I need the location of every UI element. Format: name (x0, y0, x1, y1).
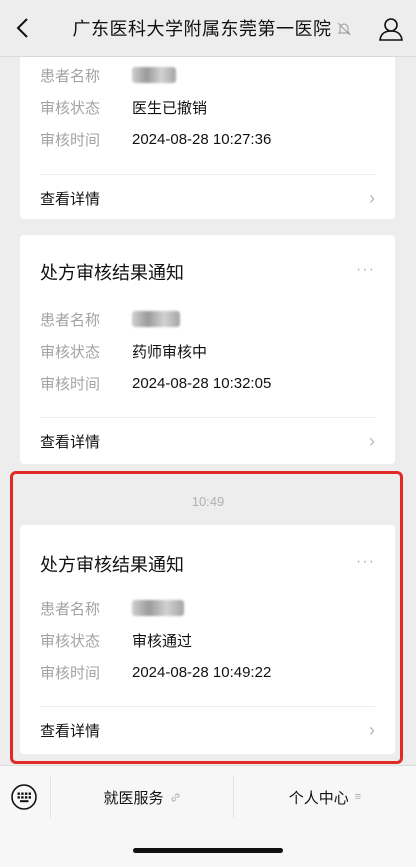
mute-bell-icon (337, 22, 350, 36)
info-label: 审核时间 (40, 131, 101, 149)
info-row: 审核状态 药师审核中 (40, 339, 207, 363)
info-label: 审核状态 (40, 99, 101, 117)
view-details-link[interactable]: 查看详情 › (20, 175, 395, 223)
account-title: 广东医科大学附属东莞第一医院 (73, 15, 352, 41)
menu-medical-services[interactable]: 就医服务 (51, 766, 233, 828)
info-row: 审核时间 2024-08-28 10:32:05 (40, 371, 271, 395)
patient-name-redacted (132, 311, 180, 327)
message-card: 患者名称 审核状态 医生已撤销 审核时间 2024-08-28 10:27:36… (20, 57, 395, 219)
card-title: 处方审核结果通知 (40, 263, 184, 283)
highlight-box (10, 471, 403, 764)
message-card: 处方审核结果通知 ··· 患者名称 审核状态 药师审核中 审核时间 2024-0… (20, 235, 395, 464)
submenu-list-icon: ≡ (354, 791, 362, 803)
menu-label: 个人中心 (288, 789, 349, 807)
info-value: 医生已撤销 (132, 99, 208, 117)
chevron-right-icon: › (369, 431, 375, 451)
info-row: 患者名称 (40, 307, 180, 331)
info-row: 患者名称 (40, 63, 176, 87)
account-title-text: 广东医科大学附属东莞第一医院 (72, 19, 332, 39)
keyboard-icon[interactable] (10, 783, 38, 811)
info-label: 患者名称 (40, 67, 101, 85)
info-label: 患者名称 (40, 311, 101, 329)
patient-name-redacted (132, 67, 176, 83)
link-icon (171, 793, 179, 801)
info-label: 审核时间 (40, 375, 101, 393)
chat-header: 广东医科大学附属东莞第一医院 (0, 0, 416, 57)
more-options-icon[interactable]: ··· (356, 261, 375, 279)
view-details-label: 查看详情 (40, 434, 101, 451)
info-value: 2024-08-28 10:27:36 (132, 130, 272, 148)
info-value: 药师审核中 (132, 343, 208, 361)
info-value: 2024-08-28 10:32:05 (132, 374, 272, 392)
view-details-label: 查看详情 (40, 191, 101, 208)
home-indicator (133, 848, 283, 853)
menu-personal-center[interactable]: 个人中心 ≡ (234, 766, 416, 828)
info-row: 审核状态 医生已撤销 (40, 95, 207, 119)
view-details-link[interactable]: 查看详情 › (20, 418, 395, 466)
menu-label: 就医服务 (103, 789, 164, 807)
chevron-right-icon: › (369, 188, 375, 208)
info-row: 审核时间 2024-08-28 10:27:36 (40, 127, 271, 151)
user-profile-icon[interactable] (378, 16, 404, 42)
info-label: 审核状态 (40, 343, 101, 361)
back-chevron-icon[interactable] (12, 15, 36, 41)
